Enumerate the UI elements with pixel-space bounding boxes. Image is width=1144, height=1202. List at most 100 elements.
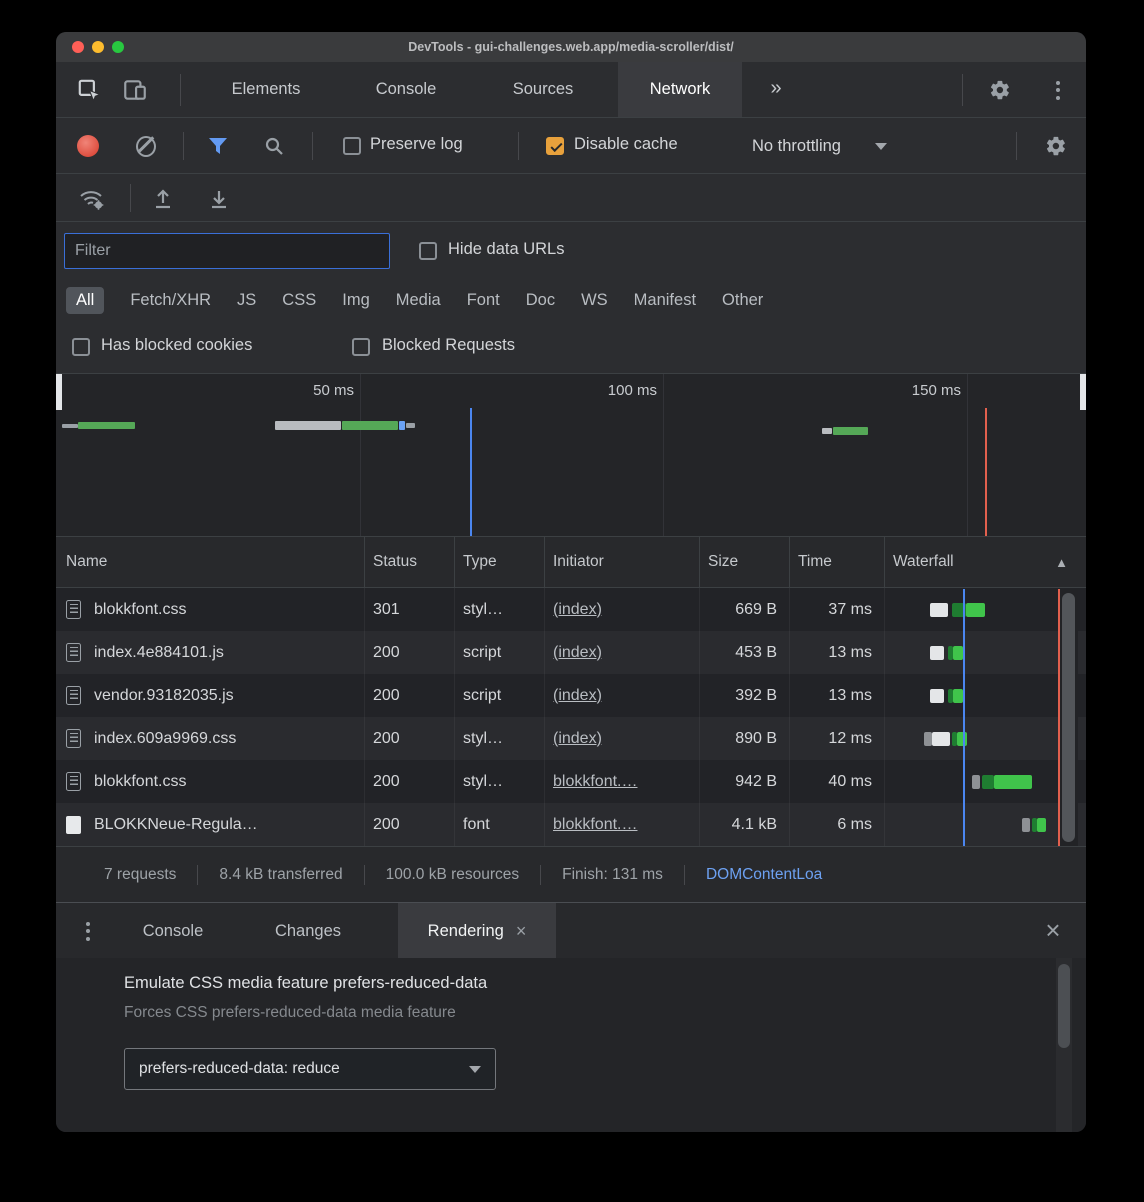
table-row[interactable]: index.4e884101.js 200 script (index) 453… <box>56 631 1086 674</box>
initiator-link[interactable]: (index) <box>553 730 602 748</box>
export-har-button[interactable] <box>207 187 231 211</box>
tab-network[interactable]: Network <box>618 62 742 117</box>
cell-status: 200 <box>365 674 455 717</box>
cell-time: 13 ms <box>790 631 885 674</box>
rendering-setting-subtitle: Forces CSS prefers-reduced-data media fe… <box>124 1004 456 1022</box>
network-conditions-button[interactable] <box>78 185 106 211</box>
filter-pill-all[interactable]: All <box>66 287 104 314</box>
device-toolbar-icon <box>122 77 148 103</box>
table-row[interactable]: BLOKKNeue-Regula… 200 font blokkfont.… 4… <box>56 803 1086 846</box>
drawer-tab-console[interactable]: Console <box>118 903 228 959</box>
download-icon <box>208 188 230 210</box>
filter-pill-img[interactable]: Img <box>342 291 370 310</box>
more-tabs-button[interactable]: » <box>758 62 794 117</box>
divider <box>364 865 365 885</box>
table-row[interactable]: blokkfont.css 200 styl… blokkfont.… 942 … <box>56 760 1086 803</box>
column-header-type[interactable]: Type <box>455 537 545 587</box>
drawer-close-button[interactable]: × <box>1038 903 1068 959</box>
record-button[interactable] <box>77 135 99 157</box>
tab-close-icon[interactable]: × <box>516 922 527 940</box>
cell-time: 6 ms <box>790 803 885 846</box>
initiator-link[interactable]: blokkfont.… <box>553 816 637 834</box>
chevron-down-icon <box>875 143 887 150</box>
initiator-link[interactable]: (index) <box>553 644 602 662</box>
table-row[interactable]: vendor.93182035.js 200 script (index) 39… <box>56 674 1086 717</box>
cell-initiator: (index) <box>545 588 700 631</box>
hide-data-urls-checkbox[interactable] <box>419 242 437 260</box>
cell-name: blokkfont.css <box>56 588 365 631</box>
filter-pill-manifest[interactable]: Manifest <box>634 291 696 310</box>
blocked-requests-checkbox[interactable] <box>352 338 370 356</box>
cell-status: 200 <box>365 631 455 674</box>
cell-size: 453 B <box>700 631 790 674</box>
hide-data-urls-label[interactable]: Hide data URLs <box>448 240 564 259</box>
rendering-setting-title: Emulate CSS media feature prefers-reduce… <box>124 974 487 993</box>
inspect-icon <box>76 77 102 103</box>
filter-pill-css[interactable]: CSS <box>282 291 316 310</box>
blocked-filters-row: Has blocked cookies Blocked Requests <box>56 320 1086 374</box>
initiator-link[interactable]: (index) <box>553 601 602 619</box>
import-har-button[interactable] <box>151 187 175 211</box>
blocked-requests-label[interactable]: Blocked Requests <box>382 336 515 355</box>
search-button[interactable] <box>263 135 285 157</box>
filter-pill-js[interactable]: JS <box>237 291 256 310</box>
filter-pill-ws[interactable]: WS <box>581 291 608 310</box>
filter-pill-media[interactable]: Media <box>396 291 441 310</box>
cell-size: 392 B <box>700 674 790 717</box>
requests-table: Name Status Type Initiator Size Time Wat… <box>56 536 1086 846</box>
waterfall-cell <box>885 588 1086 631</box>
inspect-button[interactable] <box>74 76 104 104</box>
column-header-time[interactable]: Time <box>790 537 885 587</box>
filter-pill-fetch-xhr[interactable]: Fetch/XHR <box>130 291 211 310</box>
column-header-status[interactable]: Status <box>365 537 455 587</box>
filter-pill-font[interactable]: Font <box>467 291 500 310</box>
disable-cache-checkbox[interactable] <box>546 137 564 155</box>
tab-console[interactable]: Console <box>351 62 461 117</box>
drawer-tab-changes[interactable]: Changes <box>252 903 364 959</box>
preserve-log-checkbox[interactable] <box>343 137 361 155</box>
throttling-select[interactable]: No throttling <box>752 118 887 174</box>
has-blocked-cookies-label[interactable]: Has blocked cookies <box>101 336 252 355</box>
cell-name: index.609a9969.css <box>56 717 365 760</box>
wifi-gear-icon <box>79 186 106 211</box>
filter-input[interactable] <box>64 233 390 269</box>
drawer-tab-rendering[interactable]: Rendering × <box>398 903 556 959</box>
column-header-name[interactable]: Name <box>56 537 365 587</box>
drawer-menu-button[interactable] <box>80 919 96 943</box>
main-menu-button[interactable] <box>1046 78 1070 102</box>
waterfall-cell <box>885 674 1086 717</box>
waterfall-header-label: Waterfall <box>893 553 954 571</box>
table-row[interactable]: blokkfont.css 301 styl… (index) 669 B 37… <box>56 588 1086 631</box>
drawer-scrollbar-thumb[interactable] <box>1058 964 1070 1048</box>
network-settings-button[interactable] <box>1044 134 1068 158</box>
column-header-size[interactable]: Size <box>700 537 790 587</box>
column-header-initiator[interactable]: Initiator <box>545 537 700 587</box>
clear-button[interactable] <box>136 136 156 156</box>
preserve-log-label[interactable]: Preserve log <box>370 135 463 154</box>
filter-pill-other[interactable]: Other <box>722 291 763 310</box>
overview-bars <box>56 374 1086 536</box>
cell-type: styl… <box>455 588 545 631</box>
table-scrollbar-thumb[interactable] <box>1062 593 1075 842</box>
filter-toggle-button[interactable] <box>207 136 229 156</box>
prefers-reduced-data-select[interactable]: prefers-reduced-data: reduce <box>124 1048 496 1090</box>
table-row[interactable]: index.609a9969.css 200 styl… (index) 890… <box>56 717 1086 760</box>
settings-button[interactable] <box>988 78 1012 102</box>
column-header-waterfall[interactable]: Waterfall ▲ <box>885 537 1086 587</box>
disable-cache-label[interactable]: Disable cache <box>574 135 678 154</box>
cell-status: 301 <box>365 588 455 631</box>
initiator-link[interactable]: blokkfont.… <box>553 773 637 791</box>
tab-sources[interactable]: Sources <box>488 62 598 117</box>
cell-type: script <box>455 674 545 717</box>
device-toolbar-button[interactable] <box>120 76 150 104</box>
initiator-link[interactable]: (index) <box>553 687 602 705</box>
filter-pill-doc[interactable]: Doc <box>526 291 555 310</box>
stylesheet-file-icon <box>66 600 81 619</box>
has-blocked-cookies-checkbox[interactable] <box>72 338 90 356</box>
drawer-tab-rendering-label: Rendering <box>428 903 504 959</box>
cell-initiator: blokkfont.… <box>545 760 700 803</box>
throttling-value: No throttling <box>752 137 841 156</box>
tab-elements[interactable]: Elements <box>211 62 321 117</box>
network-overview[interactable]: 50 ms 100 ms 150 ms <box>56 374 1086 536</box>
divider <box>130 184 131 212</box>
